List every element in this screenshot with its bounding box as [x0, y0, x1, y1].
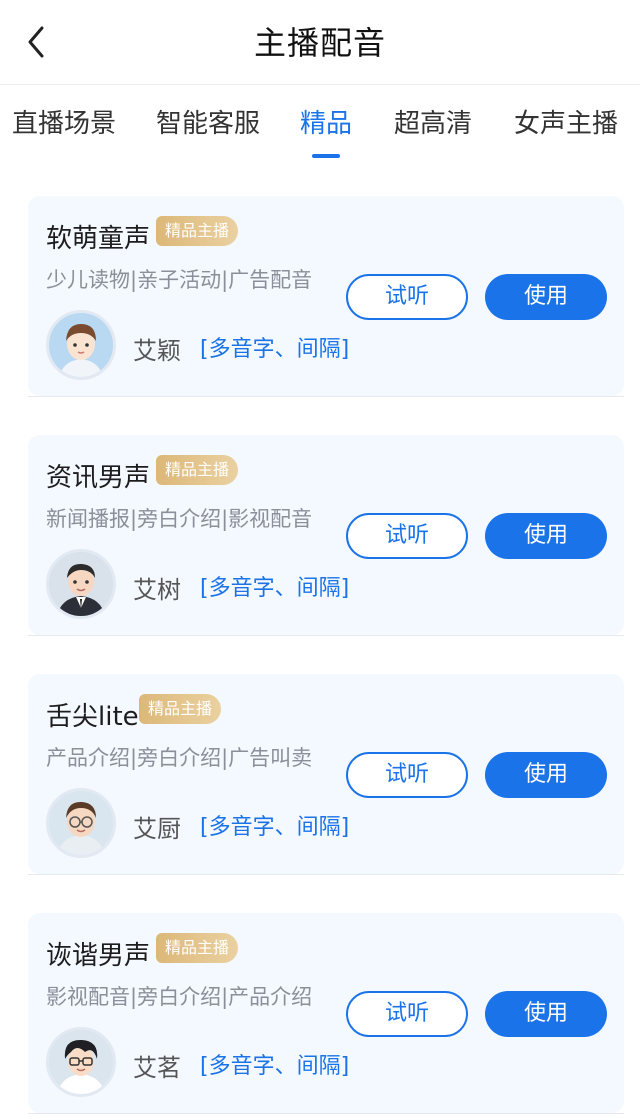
voice-tags: 产品介绍|旁白介绍|广告叫卖: [46, 746, 313, 770]
premium-badge: 精品主播: [156, 216, 239, 246]
voice-features: [多音字、间隔]: [200, 576, 350, 601]
voice-card: 诙谐男声 精品主播 影视配音|旁白介绍|产品介绍 艾茗 [多音字、间隔] 试听 …: [28, 913, 624, 1113]
voice-tags: 新闻播报|旁白介绍|影视配音: [46, 507, 313, 531]
voice-style-name: 资讯男声: [46, 463, 151, 493]
top-nav-bar: 主播配音: [0, 0, 640, 85]
voice-tags: 影视配音|旁白介绍|产品介绍: [46, 985, 313, 1009]
child-avatar-icon: [46, 310, 116, 380]
divider: [28, 396, 624, 397]
tab-ultra-hd[interactable]: 超高清: [394, 103, 472, 140]
page-title: 主播配音: [253, 24, 386, 62]
voice-style-name: 软萌童声: [46, 224, 151, 254]
divider: [28, 635, 624, 636]
use-button[interactable]: 使用: [485, 274, 607, 320]
use-button[interactable]: 使用: [485, 513, 607, 559]
use-button[interactable]: 使用: [485, 752, 607, 798]
tab-premium[interactable]: 精品: [300, 103, 352, 140]
voice-features: [多音字、间隔]: [200, 337, 350, 362]
voice-card: 资讯男声 精品主播 新闻播报|旁白介绍|影视配音 艾树 [多音字、间隔] 试听 …: [28, 435, 624, 635]
man-glasses-avatar-icon: [46, 788, 116, 858]
voice-name: 艾颖: [133, 337, 181, 365]
category-tabs: 直播场景 智能客服 精品 超高清 女声主播: [0, 85, 640, 173]
voice-card: 软萌童声 精品主播 少儿读物|亲子活动|广告配音 艾颖 [多音字、间隔] 试听 …: [28, 196, 624, 396]
man-suit-avatar-icon: [46, 549, 116, 619]
voice-name: 艾茗: [133, 1054, 181, 1082]
active-tab-indicator: [312, 154, 340, 158]
voice-card: 舌尖lite 精品主播 产品介绍|旁白介绍|广告叫卖 艾厨 [多音字、间隔] 试…: [28, 674, 624, 874]
try-listen-button[interactable]: 试听: [346, 513, 468, 559]
voice-name: 艾树: [133, 576, 181, 604]
voice-tags: 少儿读物|亲子活动|广告配音: [46, 268, 313, 292]
young-man-glasses-avatar-icon: [46, 1027, 116, 1097]
try-listen-button[interactable]: 试听: [346, 991, 468, 1037]
divider: [28, 874, 624, 875]
premium-badge: 精品主播: [139, 694, 222, 724]
tab-live-scene[interactable]: 直播场景: [12, 103, 116, 140]
use-button[interactable]: 使用: [485, 991, 607, 1037]
divider: [28, 1113, 624, 1114]
voice-features: [多音字、间隔]: [200, 815, 350, 840]
tab-female-host[interactable]: 女声主播: [514, 103, 618, 140]
voice-name: 艾厨: [133, 815, 181, 843]
premium-badge: 精品主播: [156, 933, 239, 963]
voice-style-name: 诙谐男声: [46, 941, 151, 971]
try-listen-button[interactable]: 试听: [346, 274, 468, 320]
try-listen-button[interactable]: 试听: [346, 752, 468, 798]
voice-features: [多音字、间隔]: [200, 1054, 350, 1079]
tab-smart-service[interactable]: 智能客服: [156, 103, 260, 140]
premium-badge: 精品主播: [156, 455, 239, 485]
voice-style-name: 舌尖lite: [46, 702, 139, 732]
